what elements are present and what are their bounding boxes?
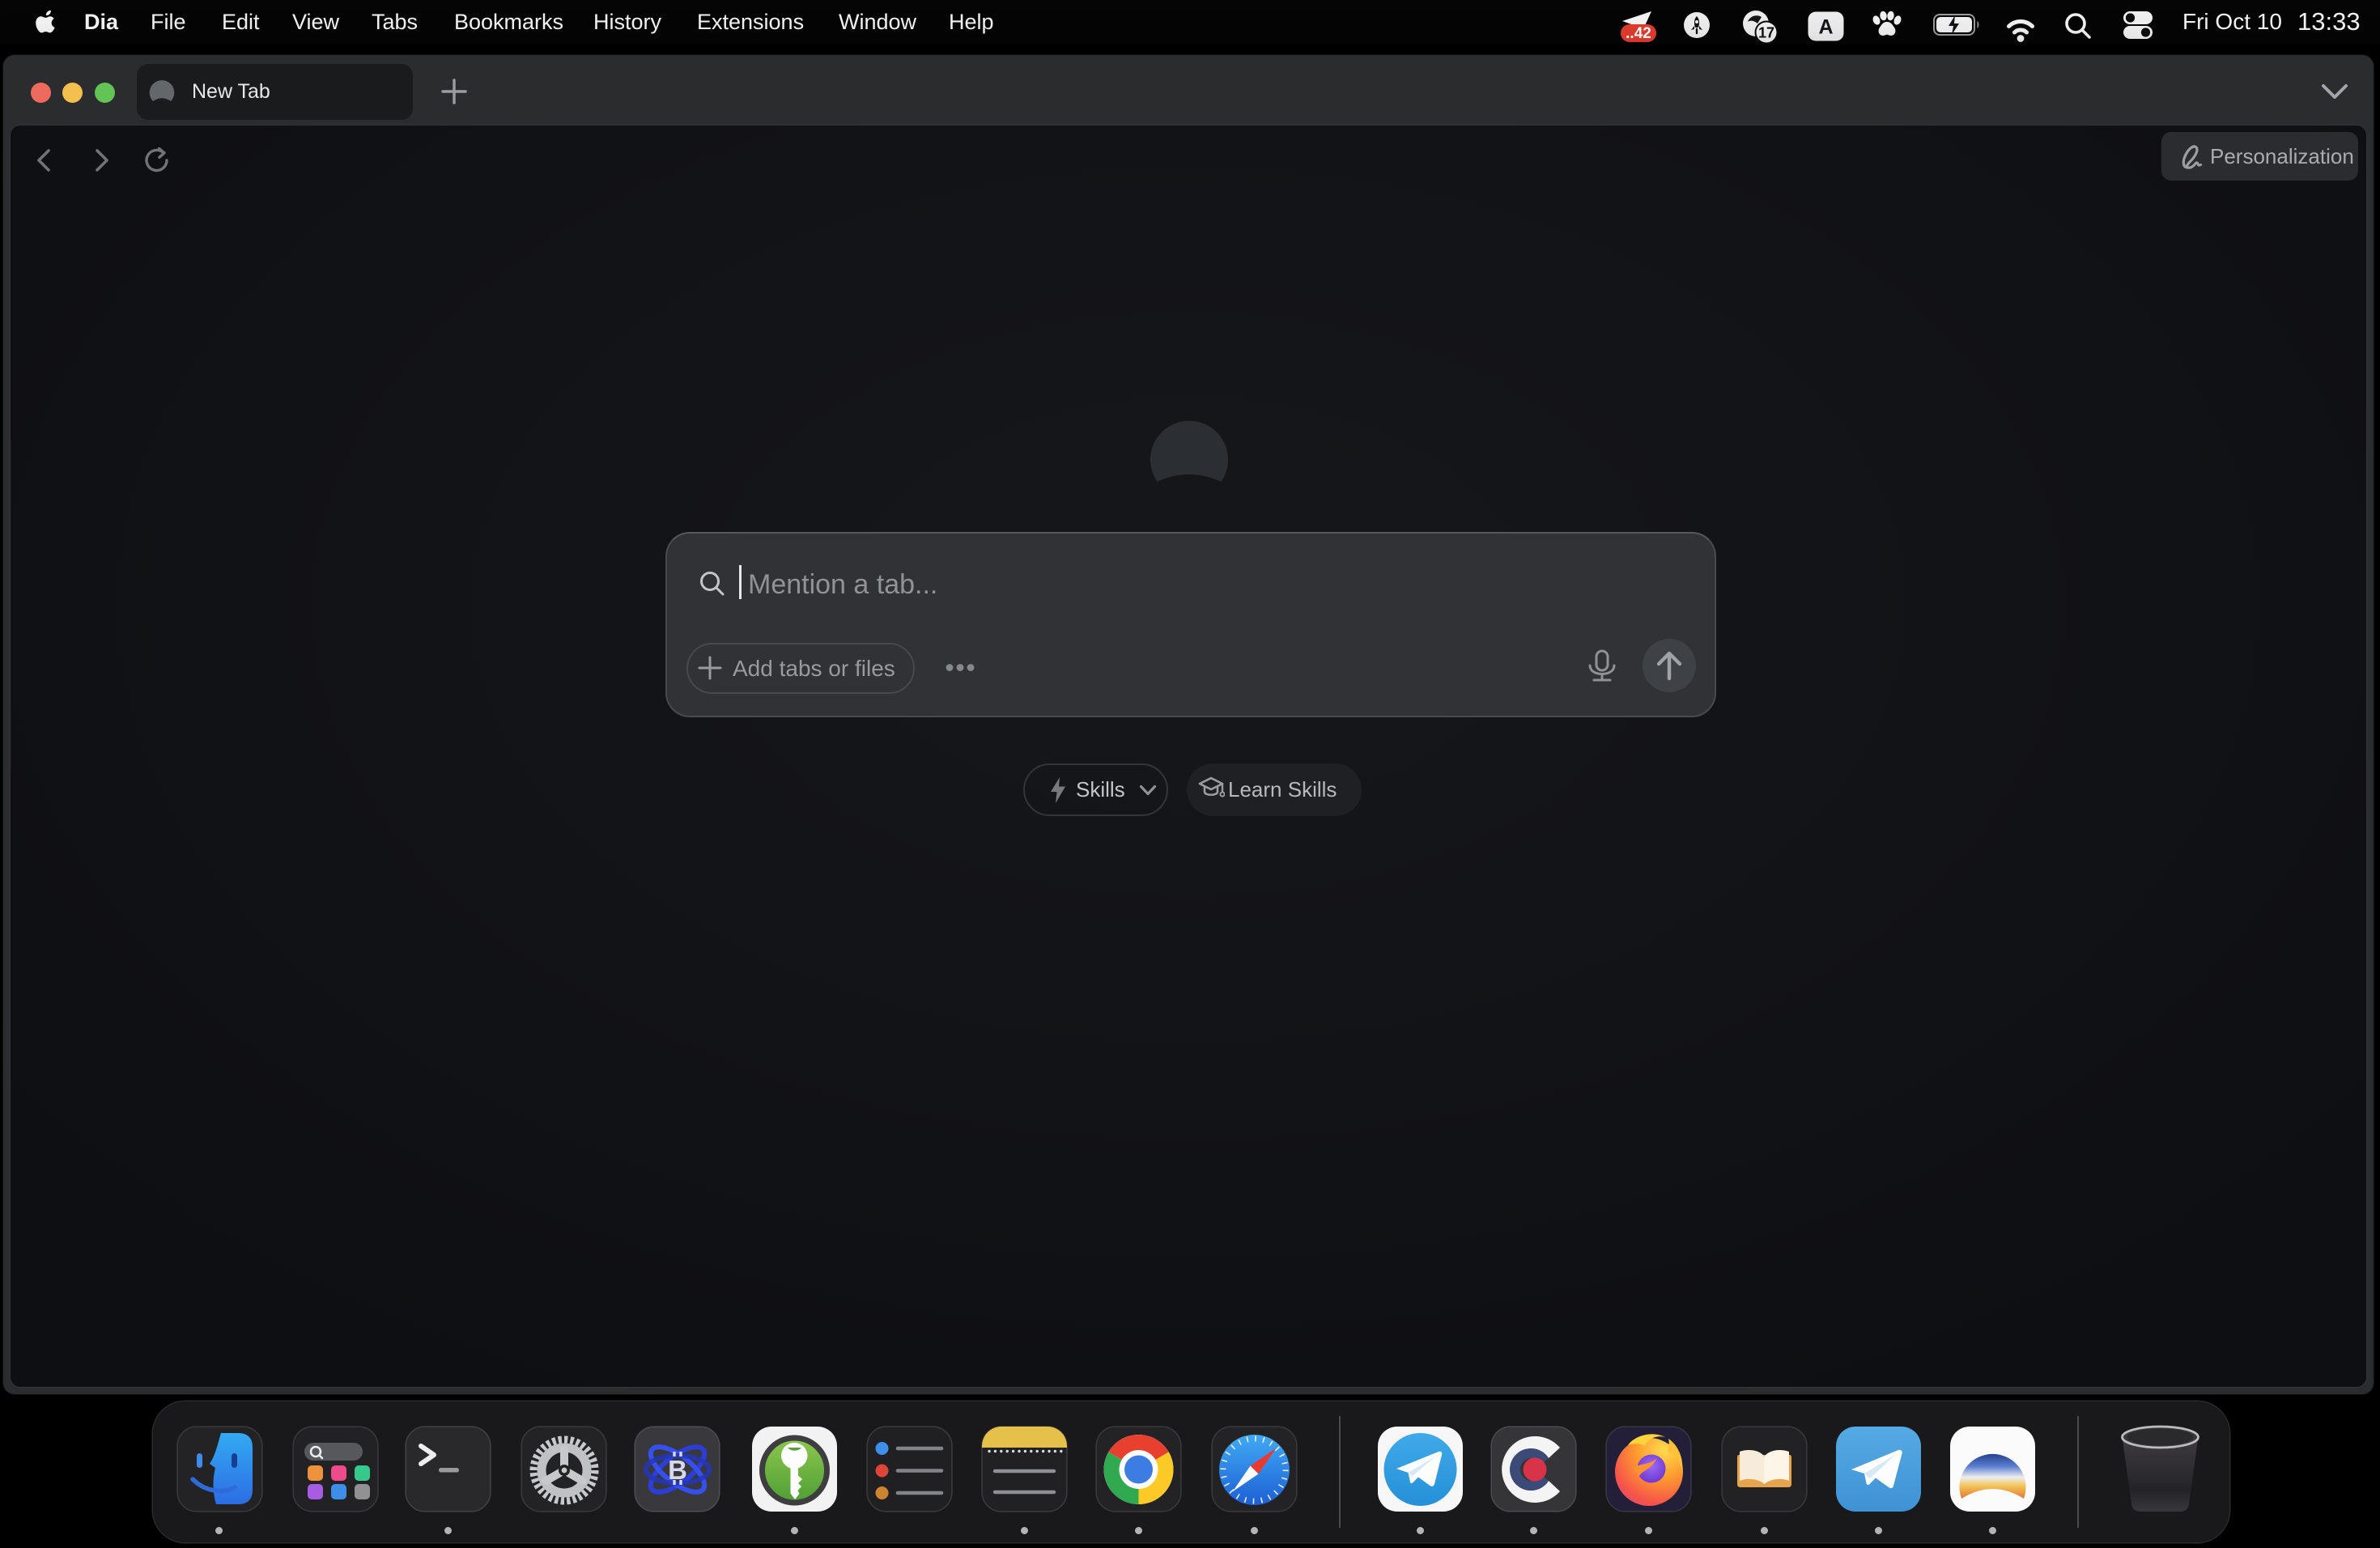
svg-text:A: A <box>1818 16 1833 39</box>
svg-text:B: B <box>668 1455 687 1485</box>
svg-text:17: 17 <box>1758 25 1774 41</box>
svg-text:..42: ..42 <box>1626 25 1651 42</box>
